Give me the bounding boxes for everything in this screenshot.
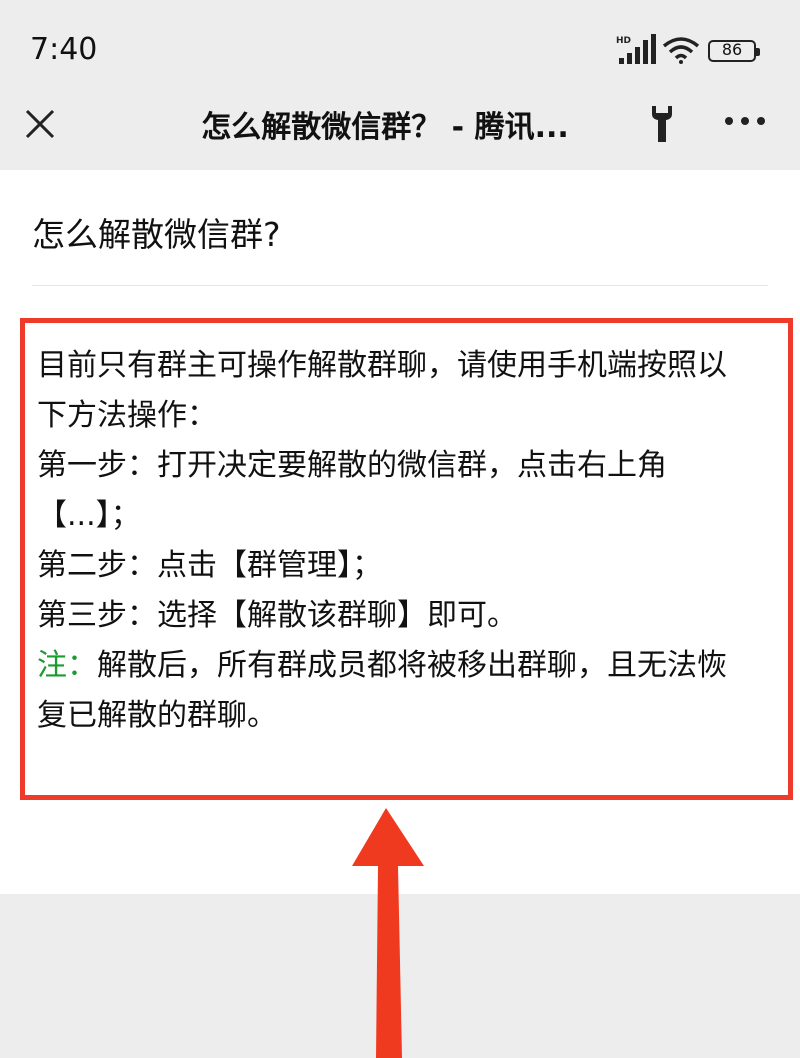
status-icons: HD 86 — [616, 34, 766, 66]
wrench-icon[interactable] — [648, 104, 676, 144]
screen: 7:40 HD 86 怎么解散微信群？ - 腾讯... 怎么解散微信群? 目前只… — [0, 0, 800, 1058]
wifi-icon — [662, 37, 700, 64]
body-line: 【...】； — [37, 498, 141, 533]
battery-icon: 86 — [708, 40, 760, 62]
body-line: 第一步：打开决定要解散的微信群，点击右上角 — [37, 448, 667, 483]
note-line: 复已解散的群聊。 — [37, 698, 277, 733]
note-label: 注： — [37, 648, 97, 683]
article-body: 目前只有群主可操作解散群聊，请使用手机端按照以 下方法操作： 第一步：打开决定要… — [37, 341, 781, 741]
nav-title: 怎么解散微信群？ - 腾讯... — [201, 110, 569, 145]
note-text: 解散后，所有群成员都将被移出群聊，且无法恢 — [97, 648, 727, 683]
body-line: 目前只有群主可操作解散群聊，请使用手机端按照以 — [37, 348, 727, 383]
signal-icon: HD — [616, 34, 656, 64]
status-bar: 7:40 HD 86 — [0, 0, 800, 92]
status-time: 7:40 — [30, 32, 98, 67]
battery-level: 86 — [721, 40, 743, 59]
nav-bar: 怎么解散微信群？ - 腾讯... — [0, 92, 800, 170]
body-line: 第三步：选择【解散该群聊】即可。 — [37, 598, 517, 633]
divider — [32, 285, 768, 286]
close-icon[interactable] — [24, 108, 56, 140]
body-line: 下方法操作： — [37, 398, 217, 433]
note-line: 注：解散后，所有群成员都将被移出群聊，且无法恢 — [37, 641, 781, 691]
network-label: HD — [616, 36, 631, 46]
highlight-box: 目前只有群主可操作解散群聊，请使用手机端按照以 下方法操作： 第一步：打开决定要… — [20, 318, 793, 800]
arrow-up-icon — [352, 808, 424, 1058]
more-icon[interactable] — [724, 116, 766, 126]
page-title: 怎么解散微信群? — [32, 215, 281, 254]
body-line: 第二步：点击【群管理】； — [37, 548, 382, 583]
article-content: 怎么解散微信群? 目前只有群主可操作解散群聊，请使用手机端按照以 下方法操作： … — [0, 170, 800, 894]
